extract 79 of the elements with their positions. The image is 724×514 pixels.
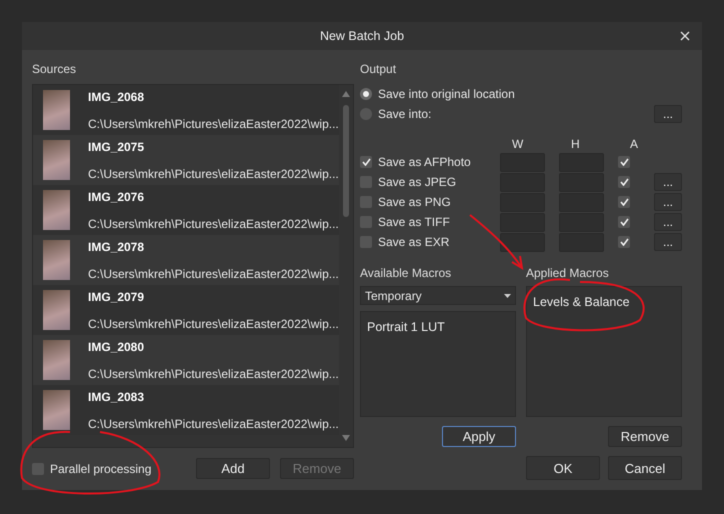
width-field[interactable] bbox=[500, 232, 545, 252]
file-name: IMG_2068 bbox=[88, 90, 146, 104]
photo-placeholder bbox=[43, 140, 70, 180]
apply-button[interactable]: Apply bbox=[442, 426, 516, 447]
checkbox-label: Save as TIFF bbox=[378, 215, 451, 229]
dialog-button[interactable]: Cancel bbox=[608, 456, 682, 480]
file-name: IMG_2078 bbox=[88, 240, 146, 254]
browse-button[interactable]: ... bbox=[654, 105, 682, 123]
column-header: A bbox=[630, 137, 638, 151]
alpha-checkbox[interactable] bbox=[618, 216, 630, 228]
checkmark-icon bbox=[620, 238, 628, 246]
photo-placeholder bbox=[43, 240, 70, 280]
file-path: C:\Users\mkreh\Pictures\elizaEaster2022\wip... bbox=[88, 216, 339, 230]
options-button[interactable]: ... bbox=[654, 233, 682, 251]
checkbox[interactable] bbox=[360, 216, 372, 228]
file-path: C:\Users\mkreh\Pictures\elizaEaster2022\wip... bbox=[88, 116, 339, 130]
checkbox-label: Save as JPEG bbox=[378, 175, 458, 189]
photo-placeholder bbox=[43, 390, 70, 430]
scrollbar-thumb[interactable] bbox=[343, 105, 349, 217]
alpha-checkbox[interactable] bbox=[618, 196, 630, 208]
file-path: C:\Users\mkreh\Pictures\elizaEaster2022\wip... bbox=[88, 166, 339, 180]
alpha-checkbox[interactable] bbox=[618, 156, 630, 168]
macro-item[interactable]: Portrait 1 LUT bbox=[367, 320, 509, 334]
source-row[interactable]: IMG_2078 C:\Users\mkreh\Pictures\elizaEaster2022\wip... bbox=[33, 235, 339, 285]
source-row[interactable]: IMG_2080 C:\Users\mkreh\Pictures\elizaEaster2022\wip... bbox=[33, 335, 339, 385]
radio-label: Save into original location bbox=[378, 87, 516, 101]
annotation-arrow bbox=[468, 213, 524, 271]
checkmark-icon bbox=[620, 178, 628, 186]
checkmark-icon bbox=[620, 198, 628, 206]
checkbox-label: Save as AFPhoto bbox=[378, 155, 472, 169]
checkbox[interactable] bbox=[360, 176, 372, 188]
radio-label: Save into: bbox=[378, 107, 432, 121]
section-label: Sources bbox=[32, 62, 78, 76]
category-dropdown[interactable]: Temporary bbox=[360, 286, 516, 305]
close-icon[interactable] bbox=[680, 31, 690, 41]
file-name: IMG_2075 bbox=[88, 140, 146, 154]
radio-button[interactable] bbox=[360, 88, 372, 100]
photo-placeholder bbox=[43, 90, 70, 130]
options-button[interactable]: ... bbox=[654, 213, 682, 231]
window-title: New Batch Job bbox=[320, 29, 404, 43]
alpha-checkbox[interactable] bbox=[618, 176, 630, 188]
source-row[interactable]: IMG_2075 C:\Users\mkreh\Pictures\elizaEaster2022\wip... bbox=[33, 135, 339, 185]
checkmark-icon bbox=[620, 218, 628, 226]
column-header: H bbox=[571, 137, 580, 151]
photo-placeholder bbox=[43, 190, 70, 230]
checkbox[interactable] bbox=[32, 462, 44, 474]
radio-button[interactable] bbox=[360, 108, 372, 120]
section-label: Available Macros bbox=[360, 266, 452, 280]
checkbox-label: Parallel processing bbox=[50, 462, 152, 476]
caret-icon bbox=[504, 294, 511, 298]
checkbox-label: Save as EXR bbox=[378, 235, 450, 249]
remove-button[interactable]: Remove bbox=[608, 426, 682, 447]
checkmark-icon bbox=[620, 158, 628, 166]
scroll-down-icon[interactable] bbox=[342, 435, 350, 441]
list-button[interactable]: Add bbox=[196, 458, 270, 479]
alpha-checkbox[interactable] bbox=[618, 236, 630, 248]
macro-item[interactable]: Levels & Balance bbox=[533, 295, 675, 309]
file-path: C:\Users\mkreh\Pictures\elizaEaster2022\wip... bbox=[88, 266, 339, 280]
checkmark-icon bbox=[362, 158, 370, 166]
section-label: Output bbox=[360, 62, 398, 76]
photo-placeholder bbox=[43, 290, 70, 330]
photo-placeholder bbox=[43, 340, 70, 380]
options-button[interactable]: ... bbox=[654, 173, 682, 191]
options-button[interactable]: ... bbox=[654, 193, 682, 211]
checkbox[interactable] bbox=[360, 196, 372, 208]
file-path: C:\Users\mkreh\Pictures\elizaEaster2022\wip... bbox=[88, 316, 339, 330]
file-name: IMG_2076 bbox=[88, 190, 146, 204]
checkbox-label: Save as PNG bbox=[378, 195, 452, 209]
section-label: Applied Macros bbox=[526, 266, 610, 280]
file-name: IMG_2080 bbox=[88, 340, 146, 354]
scroll-up-icon[interactable] bbox=[342, 91, 350, 97]
file-path: C:\Users\mkreh\Pictures\elizaEaster2022\wip... bbox=[88, 416, 339, 430]
checkbox[interactable] bbox=[360, 236, 372, 248]
file-name: IMG_2083 bbox=[88, 390, 146, 404]
file-name: IMG_2079 bbox=[88, 290, 146, 304]
dialog-button[interactable]: OK bbox=[526, 456, 600, 480]
column-header: W bbox=[512, 137, 524, 151]
checkbox[interactable] bbox=[360, 156, 372, 168]
file-path: C:\Users\mkreh\Pictures\elizaEaster2022\wip... bbox=[88, 366, 339, 380]
